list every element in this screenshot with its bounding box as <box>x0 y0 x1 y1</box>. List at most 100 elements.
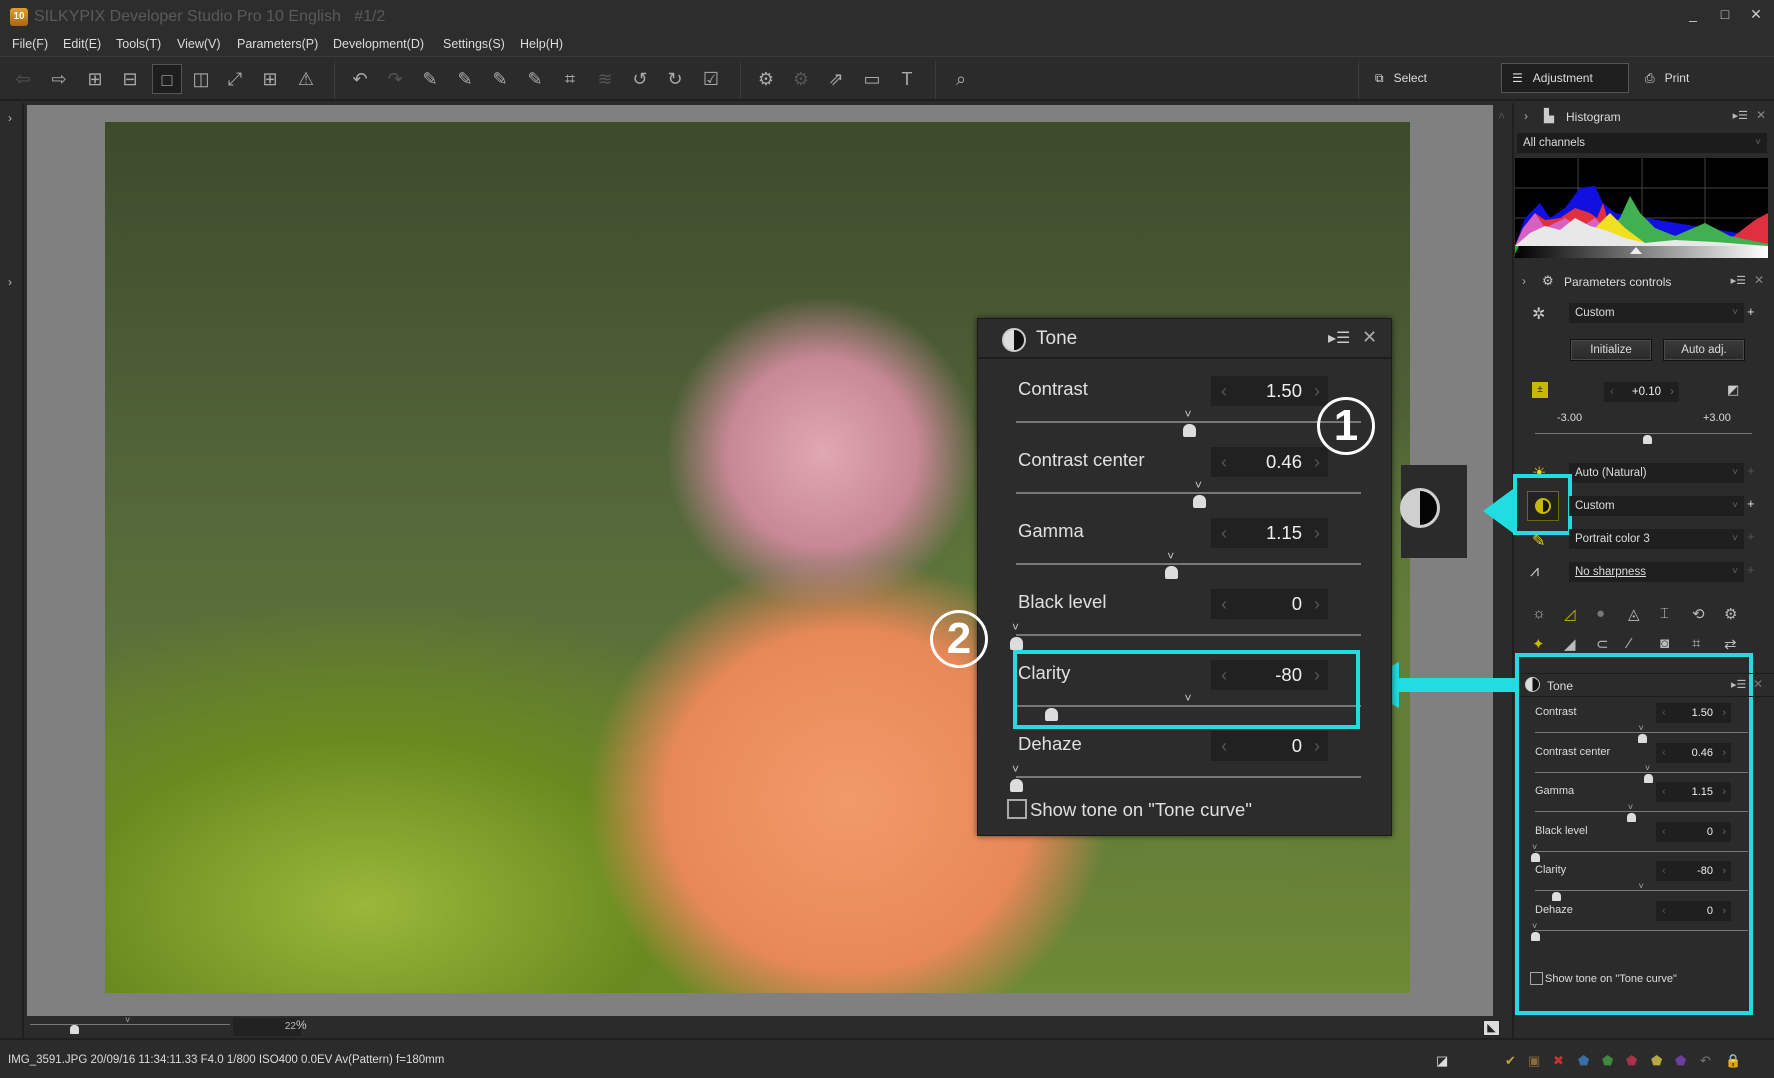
increment-icon[interactable]: › <box>1314 589 1320 619</box>
brush-tool-icon[interactable]: ⁄ <box>1628 635 1631 652</box>
tone-row-spinbox[interactable]: ‹ 1.50 › <box>1656 703 1731 723</box>
tag-blue-icon[interactable]: ⬟ <box>1578 1053 1589 1069</box>
tag-green-icon[interactable]: ⬟ <box>1602 1053 1613 1069</box>
increment-icon[interactable]: › <box>1314 447 1320 477</box>
panel-menu-icon[interactable]: ▸☰ <box>1733 109 1748 122</box>
panel-menu-icon[interactable]: ▸☰ <box>1328 328 1350 348</box>
menu-help[interactable]: Help(H) <box>520 37 563 51</box>
mark-checked-icon[interactable]: ☑ <box>699 67 723 91</box>
decrement-icon[interactable]: ‹ <box>1662 861 1666 881</box>
tone-select[interactable]: Custom ˅ <box>1569 496 1744 516</box>
tone-row-slider[interactable] <box>1535 771 1748 773</box>
scroll-up-icon[interactable]: ˄ <box>1498 109 1505 123</box>
maximize-button[interactable]: □ <box>1714 6 1736 26</box>
increment-icon[interactable]: › <box>1670 382 1674 402</box>
parameters-controls-header[interactable]: › ⚙ Parameters controls ▸☰ ✕ <box>1512 270 1770 294</box>
transform-tool-icon[interactable]: ⇄ <box>1724 635 1737 653</box>
tone-row-spinbox[interactable]: ‹ 0.46 › <box>1656 742 1731 763</box>
color-select[interactable]: Portrait color 3 ˅ <box>1569 529 1744 549</box>
display-icon[interactable]: ▭ <box>860 67 884 91</box>
tone-row-slider[interactable] <box>1535 811 1748 813</box>
tone-popup-header[interactable]: Tone ▸☰ ✕ <box>978 319 1391 359</box>
increment-icon[interactable]: › <box>1314 731 1320 761</box>
transform-icon[interactable]: ⌗ <box>558 67 582 91</box>
film-eyedropper-icon[interactable]: ✎ <box>523 67 547 91</box>
decrement-icon[interactable]: ‹ <box>1221 731 1227 761</box>
increment-icon[interactable]: › <box>1722 782 1726 802</box>
tone-row-slider[interactable] <box>1016 634 1361 636</box>
select-mode-button[interactable]: ⧉ Select <box>1365 63 1437 93</box>
collapse-chevron-icon[interactable]: › <box>1522 274 1526 288</box>
gradient-tool-icon[interactable]: ◢ <box>1564 635 1576 653</box>
tone-row-slider-thumb[interactable] <box>1643 773 1653 783</box>
tone-row-slider-thumb[interactable] <box>1552 892 1562 902</box>
tag-yellow-icon[interactable]: ⬟ <box>1651 1053 1662 1069</box>
decrement-icon[interactable]: ‹ <box>1221 518 1227 548</box>
increment-icon[interactable]: › <box>1722 861 1726 881</box>
add-preset-icon[interactable]: + <box>1747 562 1755 577</box>
loupe-icon[interactable]: ⌕ <box>949 67 973 91</box>
increment-icon[interactable]: › <box>1722 822 1726 842</box>
tone-row-slider-thumb[interactable] <box>1531 932 1540 941</box>
add-preset-icon[interactable]: + <box>1747 529 1755 544</box>
tone-row-slider-thumb[interactable] <box>1010 637 1023 650</box>
increment-icon[interactable]: › <box>1722 743 1726 763</box>
undo-icon[interactable]: ↶ <box>348 67 372 91</box>
add-preset-icon[interactable]: + <box>1747 496 1755 511</box>
color-tool-icon[interactable]: ◬ <box>1628 605 1640 623</box>
thumbnail-grid-icon[interactable]: ⊞ <box>83 67 107 91</box>
retouch-tool-icon[interactable]: ✦ <box>1532 635 1545 653</box>
panel-close-icon[interactable]: ✕ <box>1756 108 1766 122</box>
increment-icon[interactable]: › <box>1722 901 1726 921</box>
tone-row-slider[interactable] <box>1535 930 1748 931</box>
initialize-button[interactable]: Initialize <box>1570 339 1652 361</box>
redo-icon[interactable]: ↷ <box>383 67 407 91</box>
panel-close-icon[interactable]: ✕ <box>1753 677 1763 691</box>
tone-row-slider-thumb[interactable] <box>1637 734 1647 743</box>
exposure-slider[interactable] <box>1535 433 1752 434</box>
tag-red-icon[interactable]: ⬟ <box>1626 1053 1637 1069</box>
save-parameters-icon[interactable]: ⚙ <box>754 67 778 91</box>
tag-purple-icon[interactable]: ⬟ <box>1675 1053 1686 1069</box>
auto-exposure-icon[interactable]: ◩ <box>1727 382 1739 398</box>
export-icon[interactable]: ⇗ <box>824 67 848 91</box>
tone-row-spinbox[interactable]: ‹ 0 › <box>1656 901 1731 921</box>
white-balance-eyedropper-icon[interactable]: ✎ <box>453 67 477 91</box>
rotate-tool-icon[interactable]: ⟲ <box>1692 605 1705 623</box>
hammer-icon[interactable]: T <box>895 67 919 91</box>
decrement-icon[interactable]: ‹ <box>1221 376 1227 406</box>
rotate-right-icon[interactable]: ↻ <box>663 67 687 91</box>
tone-button[interactable] <box>1527 491 1559 521</box>
panel-menu-icon[interactable]: ▸☰ <box>1731 678 1746 691</box>
increment-icon[interactable]: › <box>1722 703 1726 723</box>
decrement-icon[interactable]: ‹ <box>1662 901 1666 921</box>
increment-icon[interactable]: › <box>1314 518 1320 548</box>
tone-row-slider-thumb[interactable] <box>1182 424 1196 437</box>
decrement-icon[interactable]: ‹ <box>1662 782 1666 802</box>
histogram-channel-select[interactable]: All channels ˅ <box>1517 133 1767 153</box>
white-balance-tool-icon[interactable]: ☼ <box>1532 605 1546 622</box>
expand-left-panel-icon[interactable]: › <box>8 111 12 125</box>
crop-tool-icon[interactable]: ⌗ <box>1692 635 1700 652</box>
navigator-icon[interactable]: ◣ <box>1483 1020 1500 1036</box>
mark-reject-icon[interactable]: ✖ <box>1553 1053 1564 1069</box>
adjustment-mode-button[interactable]: ☰ Adjustment <box>1501 63 1629 93</box>
print-mode-button[interactable]: ⎙ Print <box>1635 63 1699 93</box>
menu-parameters[interactable]: Parameters(P) <box>237 37 318 51</box>
single-view-icon[interactable]: □ <box>152 64 182 94</box>
black-point-eyedropper-icon[interactable]: ✎ <box>488 67 512 91</box>
lock-icon[interactable]: 🔒 <box>1725 1053 1741 1069</box>
tone-row-spinbox[interactable]: ‹ 0 › <box>1211 589 1328 619</box>
menu-view[interactable]: View(V) <box>177 37 221 51</box>
warning-icon[interactable]: ⚠ <box>294 67 318 91</box>
white-balance-select[interactable]: Auto (Natural) ˅ <box>1569 463 1744 483</box>
highlight-tool-icon[interactable]: ⌶ <box>1660 605 1669 622</box>
tone-curve-tool-icon[interactable]: ◿ <box>1564 605 1576 623</box>
menu-file[interactable]: File(F) <box>12 37 48 51</box>
exposure-spinbox[interactable]: ‹ +0.10 › <box>1604 382 1679 402</box>
panel-close-icon[interactable]: ✕ <box>1362 327 1377 348</box>
mark-copy-icon[interactable]: ▣ <box>1528 1053 1540 1069</box>
tone-row-spinbox[interactable]: ‹ -80 › <box>1656 861 1731 882</box>
expand-left-panel-icon[interactable]: › <box>8 275 12 289</box>
decrement-icon[interactable]: ‹ <box>1221 447 1227 477</box>
